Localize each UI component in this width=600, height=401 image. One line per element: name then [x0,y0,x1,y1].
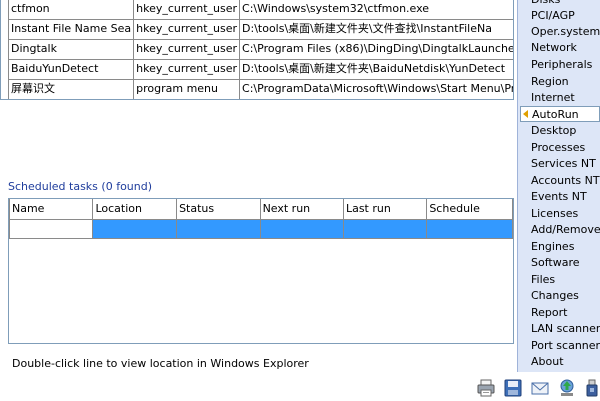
selected-cell [426,218,513,239]
autorun-command: D:\tools\桌面\新建文件夹\文件查找\InstantFileNa [239,18,513,40]
column-header-name[interactable]: Name [8,199,94,220]
nav-item-peripherals[interactable]: Peripherals [531,57,592,73]
category-nav: Disks PCI/AGP Oper.system Network Periph… [517,0,600,372]
autorun-command: C:\ProgramData\Microsoft\Windows\Start M… [239,78,513,99]
autorun-name: BaiduYunDetect [7,58,135,80]
nav-item-events-nt[interactable]: Events NT [531,189,587,205]
column-header-next-run[interactable]: Next run [259,199,344,220]
nav-item-autorun[interactable]: AutoRun [520,106,600,122]
selected-cell [92,218,178,239]
autorun-name: 屏幕识文 [7,78,135,99]
nav-item-pci-agp[interactable]: PCI/AGP [531,8,575,24]
active-arrow-icon [523,110,528,118]
save-icon[interactable] [503,378,523,398]
status-hint: Double-click line to view location in Wi… [12,357,309,370]
nav-item-report[interactable]: Report [531,305,567,321]
nav-item-licenses[interactable]: Licenses [531,206,578,222]
table-row[interactable]: ctfmon hkey_current_user C:\Windows\syst… [7,0,513,20]
nav-item-engines[interactable]: Engines [531,239,574,255]
autorun-name: Instant File Name Sea [7,18,135,40]
table-row[interactable]: 屏幕识文 program menu C:\ProgramData\Microso… [7,78,513,99]
autorun-name: ctfmon [7,0,135,20]
selected-cell [259,218,344,239]
autorun-location: hkey_current_user [133,58,241,80]
nav-item-changes[interactable]: Changes [531,288,579,304]
selected-cell [342,218,428,239]
network-upload-icon[interactable] [557,378,577,398]
nav-item-lan-scanner[interactable]: LAN scanner [531,321,600,337]
nav-item-files[interactable]: Files [531,272,555,288]
nav-item-label: AutoRun [532,108,579,121]
nav-item-add-remove[interactable]: Add/Remove [531,222,600,238]
mail-icon[interactable] [530,378,550,398]
table-cell [8,218,94,239]
table-row[interactable] [8,218,513,239]
autorun-name: Dingtalk [7,38,135,60]
nav-item-port-scanner[interactable]: Port scanner [531,338,600,354]
nav-item-region[interactable]: Region [531,74,569,90]
nav-item-software[interactable]: Software [531,255,580,271]
autorun-location: hkey_current_user [133,18,241,40]
nav-item-services-nt[interactable]: Services NT [531,156,596,172]
column-header-schedule[interactable]: Schedule [426,199,513,220]
selected-cell [176,218,261,239]
table-row[interactable]: Instant File Name Sea hkey_current_user … [7,18,513,40]
scheduled-tasks-list[interactable]: Name Location Status Next run Last run S… [8,198,514,344]
autorun-command: D:\tools\桌面\新建文件夹\BaiduNetdisk\YunDetect [239,58,513,80]
autorun-location: hkey_current_user [133,0,241,20]
scheduled-tasks-label: Scheduled tasks (0 found) [8,180,153,193]
autorun-location: program menu [133,78,241,99]
table-row[interactable]: Dingtalk hkey_current_user C:\Program Fi… [7,38,513,60]
nav-item-oper-system[interactable]: Oper.system [531,24,600,40]
nav-item-about[interactable]: About [531,354,564,370]
nav-item-desktop[interactable]: Desktop [531,123,576,139]
nav-item-network[interactable]: Network [531,40,577,56]
printer-icon[interactable] [476,378,496,398]
autorun-location: hkey_current_user [133,38,241,60]
usb-icon[interactable] [582,378,600,398]
nav-item-internet[interactable]: Internet [531,90,575,106]
autorun-command: C:\Windows\system32\ctfmon.exe [239,0,513,20]
autorun-command: C:\Program Files (x86)\DingDing\Dingtalk… [239,38,513,60]
nav-item-disks[interactable]: Disks [531,0,560,8]
autorun-list[interactable]: ctfmon hkey_current_user C:\Windows\syst… [0,0,514,100]
column-header-status[interactable]: Status [176,199,261,220]
table-row[interactable]: BaiduYunDetect hkey_current_user D:\tool… [7,58,513,80]
nav-item-accounts-nt[interactable]: Accounts NT [531,173,600,189]
nav-item-processes[interactable]: Processes [531,140,585,156]
column-header-location[interactable]: Location [92,199,178,220]
column-header-last-run[interactable]: Last run [342,199,428,220]
